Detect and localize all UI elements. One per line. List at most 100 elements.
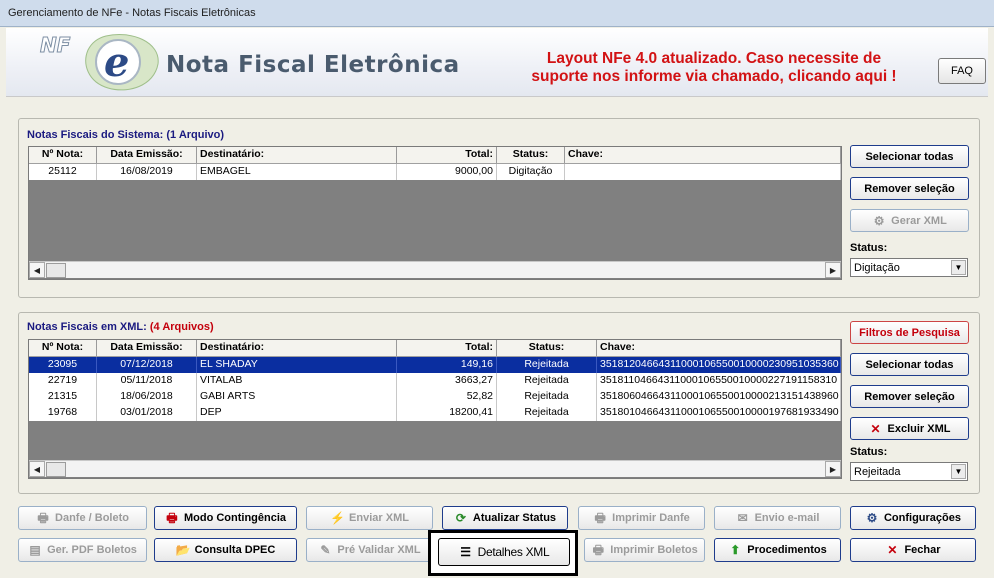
cell-recipient: EL SHADAY <box>197 357 397 373</box>
cell-total: 52,82 <box>397 389 497 405</box>
scroll-thumb[interactable] <box>46 462 66 477</box>
col-key[interactable]: Chave: <box>597 340 841 356</box>
col-number[interactable]: Nº Nota: <box>29 340 97 356</box>
cell-status: Rejeitada <box>497 405 597 421</box>
prevalidate-xml-button[interactable]: ✎ Pré Validar XML <box>306 538 433 562</box>
send-xml-button[interactable]: ⚡ Enviar XML <box>306 506 433 530</box>
horizontal-scrollbar[interactable]: ◀ ▶ <box>29 460 841 477</box>
procedures-button[interactable]: ⬆ Procedimentos <box>714 538 841 562</box>
cell-key: 3518060466431100010655001000021315143896… <box>597 389 841 405</box>
pdf-boletos-button[interactable]: ▤ Ger. PDF Boletos <box>18 538 147 562</box>
col-total[interactable]: Total: <box>397 147 497 163</box>
cell-recipient: VITALAB <box>197 373 397 389</box>
col-status[interactable]: Status: <box>497 340 597 356</box>
list-icon: ☰ <box>460 545 471 559</box>
printer-icon: 🖶 <box>592 543 604 557</box>
chevron-down-icon[interactable]: ▼ <box>951 260 966 275</box>
scroll-right-icon[interactable]: ▶ <box>825 461 841 477</box>
chevron-down-icon[interactable]: ▼ <box>951 464 966 479</box>
cell-key <box>565 164 841 180</box>
table-row-selected[interactable]: 23095 07/12/2018 EL SHADAY 149,16 Rejeit… <box>29 357 841 373</box>
close-icon: ✕ <box>887 543 898 557</box>
generate-xml-button[interactable]: ⚙ Gerar XML <box>850 209 969 232</box>
svg-text:e: e <box>104 39 129 86</box>
cell-key: 3518010466431100010655001000019768193349… <box>597 405 841 421</box>
cell-date: 18/06/2018 <box>97 389 197 405</box>
col-date[interactable]: Data Emissão: <box>97 147 197 163</box>
window-titlebar: Gerenciamento de NFe - Notas Fiscais Ele… <box>0 0 994 27</box>
cell-key: 3518110466431100010655001000022719115831… <box>597 373 841 389</box>
scroll-left-icon[interactable]: ◀ <box>29 461 45 477</box>
xml-status-select[interactable]: Rejeitada ▼ <box>850 462 968 481</box>
folder-icon: 📂 <box>175 543 191 557</box>
system-status-label: Status: <box>850 242 888 254</box>
cell-number: 25112 <box>29 164 97 180</box>
support-notice-link[interactable]: Layout NFe 4.0 atualizado. Caso necessit… <box>498 50 930 86</box>
col-status[interactable]: Status: <box>497 147 565 163</box>
delete-xml-button[interactable]: ✕ Excluir XML <box>850 417 969 440</box>
cell-number: 22719 <box>29 373 97 389</box>
col-recipient[interactable]: Destinatário: <box>197 340 397 356</box>
grid-header: Nº Nota: Data Emissão: Destinatário: Tot… <box>29 340 841 357</box>
cell-status: Rejeitada <box>497 357 597 373</box>
scroll-right-icon[interactable]: ▶ <box>825 262 841 278</box>
settings-button[interactable]: ⚙ Configurações <box>850 506 976 530</box>
col-date[interactable]: Data Emissão: <box>97 340 197 356</box>
cell-date: 16/08/2019 <box>97 164 197 180</box>
cell-total: 9000,00 <box>397 164 497 180</box>
cell-number: 21315 <box>29 389 97 405</box>
header-banner: NF e Nota Fiscal Eletrônica Layout NFe 4… <box>6 28 988 97</box>
check-doc-icon: ✎ <box>320 543 331 557</box>
up-arrow-icon: ⬆ <box>730 543 741 557</box>
print-danfe-button[interactable]: 🖶 Imprimir Danfe <box>578 506 705 530</box>
table-row[interactable]: 25112 16/08/2019 EMBAGEL 9000,00 Digitaç… <box>29 164 841 180</box>
dpec-query-button[interactable]: 📂 Consulta DPEC <box>154 538 297 562</box>
update-status-button[interactable]: ⟳ Atualizar Status <box>442 506 568 530</box>
system-notes-grid[interactable]: Nº Nota: Data Emissão: Destinatário: Tot… <box>28 146 842 280</box>
select-all-system-button[interactable]: Selecionar todas <box>850 145 969 168</box>
col-number[interactable]: Nº Nota: <box>29 147 97 163</box>
table-row[interactable]: 21315 18/06/2018 GABI ARTS 52,82 Rejeita… <box>29 389 841 405</box>
table-row[interactable]: 22719 05/11/2018 VITALAB 3663,27 Rejeita… <box>29 373 841 389</box>
xml-details-button[interactable]: ☰ Detalhes XML <box>438 538 570 566</box>
xml-notes-title: Notas Fiscais em XML: (4 Arquivos) <box>27 321 214 333</box>
cell-recipient: GABI ARTS <box>197 389 397 405</box>
printer-icon: 🖶 <box>37 511 49 525</box>
refresh-icon: ⟳ <box>455 511 466 525</box>
notice-line-2[interactable]: suporte nos informe via chamado, clicand… <box>498 68 930 86</box>
select-all-xml-button[interactable]: Selecionar todas <box>850 353 969 376</box>
faq-button[interactable]: FAQ <box>938 58 986 84</box>
remove-selection-system-button[interactable]: Remover seleção <box>850 177 969 200</box>
lightning-icon: ⚡ <box>330 511 345 525</box>
scroll-left-icon[interactable]: ◀ <box>29 262 45 278</box>
horizontal-scrollbar[interactable]: ◀ ▶ <box>29 261 841 278</box>
print-boletos-button[interactable]: 🖶 Imprimir Boletos <box>584 538 705 562</box>
search-filters-button[interactable]: Filtros de Pesquisa <box>850 321 969 344</box>
scroll-thumb[interactable] <box>46 263 66 278</box>
system-status-value: Digitação <box>854 262 900 274</box>
col-recipient[interactable]: Destinatário: <box>197 147 397 163</box>
table-row[interactable]: 19768 03/01/2018 DEP 18200,41 Rejeitada … <box>29 405 841 421</box>
pdf-icon: ▤ <box>29 543 41 557</box>
printer-icon: 🖶 <box>594 511 606 525</box>
danfe-boleto-button[interactable]: 🖶 Danfe / Boleto <box>18 506 147 530</box>
cell-status: Rejeitada <box>497 389 597 405</box>
xml-notes-grid[interactable]: Nº Nota: Data Emissão: Destinatário: Tot… <box>28 339 842 479</box>
xml-status-value: Rejeitada <box>854 466 901 478</box>
close-button[interactable]: ✕ Fechar <box>850 538 976 562</box>
send-email-button[interactable]: ✉ Envio e-mail <box>714 506 841 530</box>
notice-line-1[interactable]: Layout NFe 4.0 atualizado. Caso necessit… <box>498 50 930 68</box>
contingency-mode-button[interactable]: 🖶 Modo Contingência <box>154 506 297 530</box>
col-key[interactable]: Chave: <box>565 147 841 163</box>
system-status-select[interactable]: Digitação ▼ <box>850 258 968 277</box>
cell-total: 18200,41 <box>397 405 497 421</box>
cell-total: 3663,27 <box>397 373 497 389</box>
col-total[interactable]: Total: <box>397 340 497 356</box>
cell-number: 19768 <box>29 405 97 421</box>
brand-title: Nota Fiscal Eletrônica <box>166 52 460 78</box>
cell-recipient: EMBAGEL <box>197 164 397 180</box>
remove-selection-xml-button[interactable]: Remover seleção <box>850 385 969 408</box>
svg-text:NF: NF <box>40 33 71 57</box>
printer-error-icon: 🖶 <box>166 511 178 525</box>
window-title: Gerenciamento de NFe - Notas Fiscais Ele… <box>8 7 256 19</box>
